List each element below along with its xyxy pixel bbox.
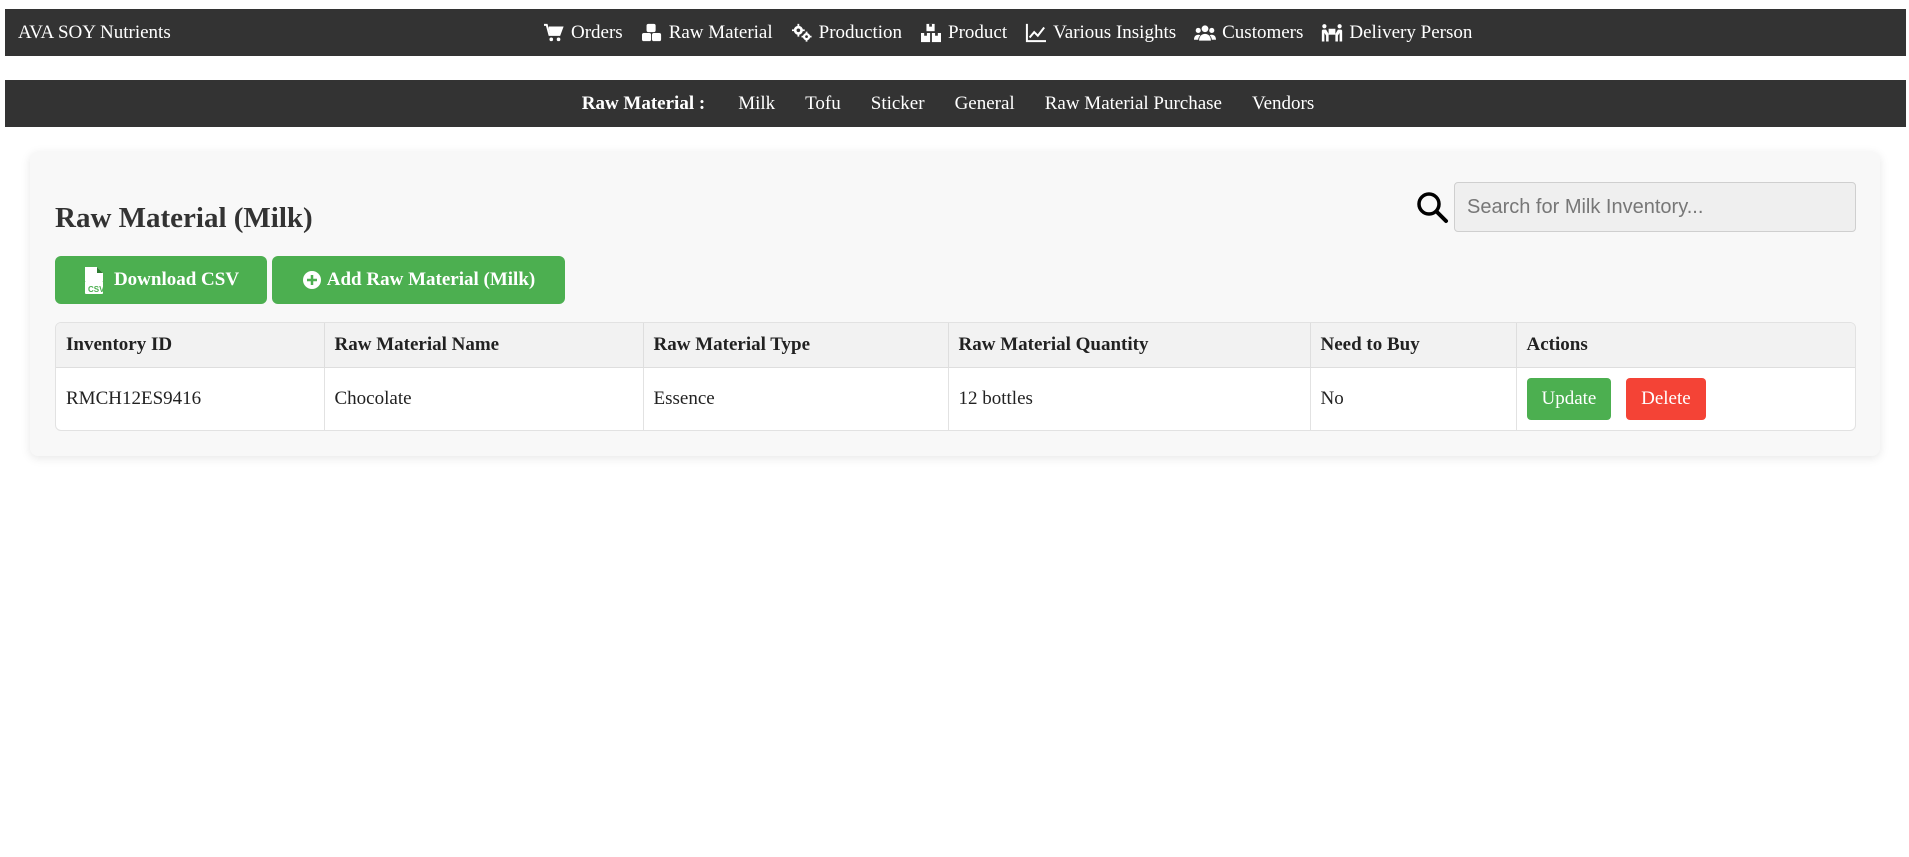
nav-raw-material-label: Raw Material	[668, 21, 773, 43]
search-input[interactable]	[1454, 182, 1856, 232]
column-header: Actions	[1516, 323, 1855, 368]
chart-line-icon	[1026, 23, 1047, 42]
cell-material-name: Chocolate	[324, 367, 644, 430]
nav-various-insights-label: Various Insights	[1053, 21, 1177, 43]
people-carry-icon	[1322, 23, 1343, 41]
column-header: Need to Buy	[1310, 323, 1517, 368]
column-header: Raw Material Quantity	[948, 323, 1311, 368]
nav-customers-label: Customers	[1222, 21, 1304, 43]
update-button[interactable]: Update	[1526, 377, 1612, 420]
nav-raw-material[interactable]: Raw Material	[641, 22, 773, 44]
cart-icon	[544, 23, 564, 41]
file-csv-icon: CSV	[84, 266, 105, 294]
gears-icon	[791, 23, 812, 42]
subnav-sticker[interactable]: Sticker	[871, 93, 925, 115]
cell-need-to-buy: No	[1310, 367, 1517, 430]
table-row: RMCH12ES9416 Chocolate Essence 12 bottle…	[56, 367, 1855, 430]
top-nav-menu: Orders Raw Material Production Product V…	[543, 9, 1490, 56]
nav-various-insights[interactable]: Various Insights	[1025, 22, 1176, 44]
column-header: Inventory ID	[56, 323, 325, 368]
search-icon	[1417, 192, 1448, 223]
cubes-icon	[641, 23, 661, 41]
nav-customers[interactable]: Customers	[1194, 22, 1303, 44]
nav-product-label: Product	[948, 21, 1008, 43]
svg-text:CSV: CSV	[88, 285, 105, 294]
cell-inventory-id: RMCH12ES9416	[56, 367, 325, 430]
nav-production[interactable]: Production	[791, 22, 902, 44]
cell-material-quantity: 12 bottles	[948, 367, 1311, 430]
cell-material-type: Essence	[643, 367, 949, 430]
subnav-title: Raw Material :	[581, 92, 706, 114]
cell-actions: Update Delete	[1516, 367, 1855, 430]
sub-navbar: Raw Material : Milk Tofu Sticker General…	[5, 80, 1906, 127]
column-header: Raw Material Name	[324, 323, 644, 368]
subnav-general[interactable]: General	[955, 93, 1015, 115]
download-csv-label: Download CSV	[113, 269, 240, 290]
page-title: Raw Material (Milk)	[55, 202, 313, 234]
nav-delivery-person-label: Delivery Person	[1349, 21, 1473, 43]
top-navbar: AVA SOY Nutrients Orders Raw Material Pr…	[5, 9, 1906, 56]
add-raw-material-button[interactable]: Add Raw Material (Milk)	[272, 256, 565, 304]
table-header-row: Inventory ID Raw Material Name Raw Mater…	[56, 323, 1855, 368]
nav-product[interactable]: Product	[920, 22, 1007, 44]
plus-circle-icon	[302, 271, 321, 289]
brand-name[interactable]: AVA SOY Nutrients	[18, 22, 171, 44]
subnav-raw-material-purchase[interactable]: Raw Material Purchase	[1045, 93, 1222, 115]
boxes-icon	[921, 23, 942, 42]
users-icon	[1194, 24, 1217, 41]
nav-orders[interactable]: Orders	[543, 22, 623, 44]
inventory-card: Raw Material (Milk) CSV Download CSV Add…	[30, 152, 1880, 456]
nav-delivery-person[interactable]: Delivery Person	[1321, 22, 1472, 44]
download-csv-button[interactable]: CSV Download CSV	[55, 256, 267, 304]
nav-production-label: Production	[818, 21, 903, 43]
add-raw-material-label: Add Raw Material (Milk)	[326, 269, 536, 290]
subnav-vendors[interactable]: Vendors	[1252, 93, 1314, 115]
delete-button[interactable]: Delete	[1626, 377, 1706, 420]
nav-orders-label: Orders	[571, 21, 623, 43]
column-header: Raw Material Type	[643, 323, 949, 368]
inventory-table: Inventory ID Raw Material Name Raw Mater…	[55, 322, 1856, 431]
subnav-tofu[interactable]: Tofu	[805, 93, 841, 115]
subnav-milk[interactable]: Milk	[738, 93, 775, 115]
